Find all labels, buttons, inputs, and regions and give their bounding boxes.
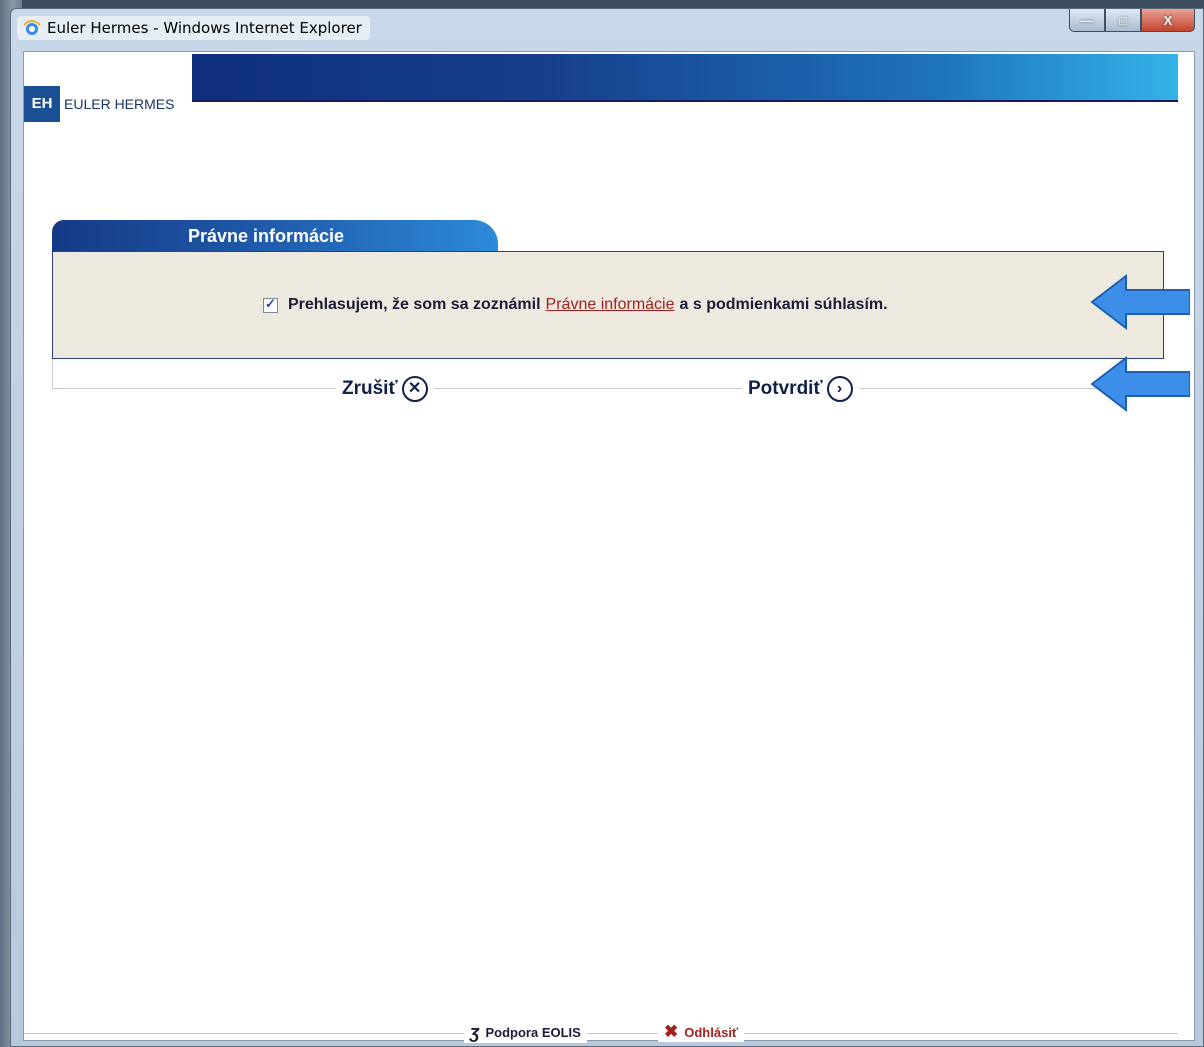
footer-divider [24, 1033, 1178, 1034]
logo-text: EULER HERMES [64, 96, 175, 112]
window-controls: — □ X [1069, 9, 1195, 35]
confirm-button[interactable]: Potvrdiť › [742, 376, 859, 402]
ie-browser-icon [23, 20, 41, 35]
action-divider [52, 388, 1164, 389]
minimize-button[interactable]: — [1069, 9, 1105, 32]
consent-text-suffix: a s podmienkami súhlasím. [679, 296, 888, 313]
site-header: EH EULER HERMES [24, 52, 1194, 122]
logo-mark: EH [24, 86, 60, 122]
page-content: EH EULER HERMES Právne informácie Prehla… [23, 51, 1195, 1043]
tab-title: Právne informácie [188, 226, 345, 246]
tab-legal-information: Právne informácie [52, 220, 498, 252]
action-divider-edge [52, 359, 53, 389]
consent-text-prefix: Prehlasujem, že som sa zoznámil [288, 296, 541, 313]
window-title: Euler Hermes - Windows Internet Explorer [47, 19, 362, 37]
logout-label: Odhlásiť [684, 1024, 739, 1040]
legal-information-link[interactable]: Právne informácie [546, 296, 675, 314]
close-icon: X [1163, 12, 1173, 28]
browser-window: Euler Hermes - Windows Internet Explorer… [10, 8, 1204, 1047]
ear-icon: ʒ [470, 1022, 480, 1042]
chevron-right-circle-icon: › [826, 376, 853, 402]
cancel-button[interactable]: Zrušiť ✕ [336, 376, 434, 402]
cancel-label: Zrušiť [342, 378, 398, 399]
annotation-arrow-icon [1090, 274, 1190, 330]
title-bar: Euler Hermes - Windows Internet Explorer… [11, 9, 1203, 47]
consent-checkbox[interactable] [263, 296, 278, 313]
support-label: Podpora EOLIS [485, 1025, 581, 1040]
x-icon: ✖ [664, 1022, 679, 1041]
close-window-button[interactable]: X [1141, 9, 1195, 32]
minimize-icon: — [1080, 12, 1094, 28]
consent-row: Prehlasujem, že som sa zoznámil Právne i… [263, 296, 888, 314]
legal-consent-panel: Prehlasujem, že som sa zoznámil Právne i… [52, 251, 1164, 359]
confirm-label: Potvrdiť [748, 378, 823, 399]
annotation-arrow-icon [1090, 356, 1190, 412]
window-title-container: Euler Hermes - Windows Internet Explorer [17, 16, 370, 40]
maximize-icon: □ [1119, 12, 1127, 28]
maximize-button[interactable]: □ [1105, 9, 1141, 32]
support-link[interactable]: ʒ Podpora EOLIS [464, 1022, 587, 1043]
close-circle-icon: ✕ [401, 376, 428, 402]
logout-link[interactable]: ✖ Odhlásiť [658, 1022, 745, 1042]
header-banner [192, 54, 1178, 102]
